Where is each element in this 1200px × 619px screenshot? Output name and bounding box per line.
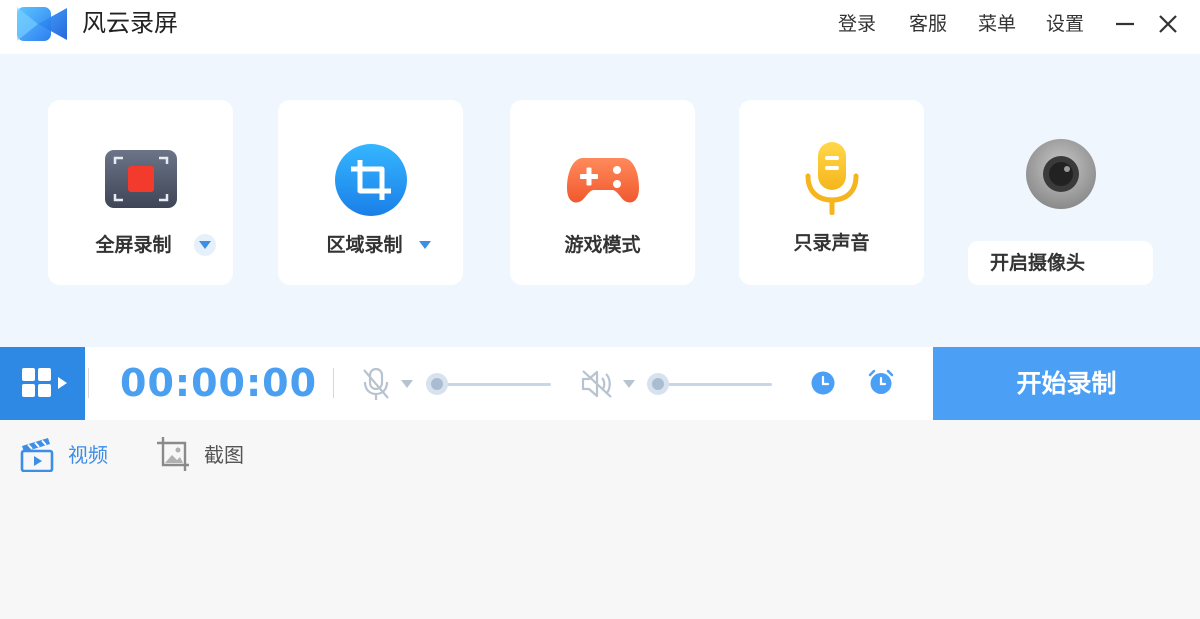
mic-volume-track[interactable] — [436, 383, 551, 386]
tab-video[interactable]: 视频 — [20, 436, 130, 474]
grid-icon — [22, 368, 67, 397]
crop-icon — [334, 144, 407, 216]
microphone-icon — [805, 142, 858, 215]
app-title: 风云录屏 — [82, 9, 178, 37]
menu-button[interactable]: 菜单 — [978, 10, 1016, 38]
title-bar: 风云录屏 登录 客服 菜单 设置 — [0, 0, 1200, 54]
tab-screenshot[interactable]: 截图 — [156, 436, 266, 474]
image-crop-icon — [157, 437, 189, 471]
game-mode-label: 游戏模式 — [564, 234, 641, 256]
open-camera-button[interactable]: 开启摄像头 — [968, 241, 1153, 285]
tab-video-label: 视频 — [68, 443, 108, 467]
minimize-icon[interactable] — [1113, 12, 1137, 36]
close-icon[interactable] — [1156, 12, 1180, 36]
speaker-volume-knob[interactable] — [647, 373, 669, 395]
fullscreen-dropdown-button[interactable] — [194, 234, 216, 256]
game-mode-card[interactable]: 游戏模式 — [510, 100, 695, 285]
start-recording-button[interactable]: 开始录制 — [933, 347, 1200, 420]
login-button[interactable]: 登录 — [838, 10, 876, 38]
tab-screenshot-label: 截图 — [204, 443, 244, 467]
alarm-clock-icon[interactable] — [868, 369, 894, 395]
mic-muted-icon[interactable] — [361, 367, 391, 401]
fullscreen-record-card[interactable]: 全屏录制 — [48, 100, 233, 285]
customer-service-button[interactable]: 客服 — [909, 10, 947, 38]
layout-toggle-button[interactable] — [0, 347, 85, 420]
mic-dropdown-button[interactable] — [401, 380, 413, 388]
region-dropdown-button[interactable] — [414, 234, 436, 256]
fullscreen-record-icon — [104, 150, 177, 208]
separator — [333, 368, 334, 398]
control-bar: 00:00:00 开始录制 — [0, 347, 1200, 420]
audio-only-card[interactable]: 只录声音 — [739, 100, 924, 285]
separator — [88, 368, 89, 398]
mic-volume-knob[interactable] — [426, 373, 448, 395]
speaker-muted-icon[interactable] — [580, 369, 614, 399]
camera-icon[interactable] — [1025, 138, 1097, 210]
mode-panel: 全屏录制 区域录制 游戏模式 只录声音 开启摄像头 — [0, 54, 1200, 347]
speaker-volume-track[interactable] — [657, 383, 772, 386]
app-logo-icon — [17, 7, 67, 41]
region-record-card[interactable]: 区域录制 — [278, 100, 463, 285]
clock-icon[interactable] — [811, 371, 835, 395]
audio-only-label: 只录声音 — [793, 232, 870, 254]
speaker-dropdown-button[interactable] — [623, 380, 635, 388]
video-clapper-icon — [20, 438, 54, 472]
recording-timer: 00:00:00 — [120, 361, 318, 405]
settings-button[interactable]: 设置 — [1046, 10, 1084, 38]
gamepad-icon — [566, 158, 639, 203]
